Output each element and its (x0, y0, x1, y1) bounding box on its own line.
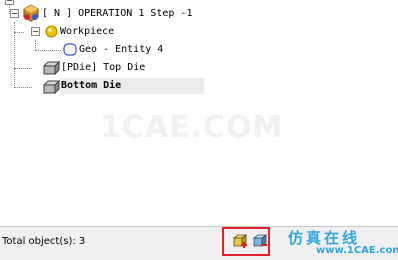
tree-node-bottom-die[interactable]: Bottom Die (60, 78, 204, 94)
tree-node-workpiece[interactable]: Workpiece (59, 24, 115, 40)
die-icon (42, 80, 60, 94)
workpiece-icon (45, 25, 58, 38)
operation-icon (23, 4, 39, 22)
object-count-label: Total object(s): 3 (2, 236, 86, 247)
tree-line (35, 40, 36, 50)
tree-line (14, 32, 24, 33)
tree-node-top-die[interactable]: [PDie] Top Die (60, 60, 146, 76)
collapse-toggle[interactable]: − (5, 0, 14, 5)
tree-line (35, 50, 61, 51)
collapse-toggle[interactable]: − (31, 27, 40, 36)
remove-object-icon[interactable] (252, 233, 268, 249)
geometry-icon (63, 43, 77, 56)
tree-line (14, 87, 32, 88)
tree-node-label: [PDie] Top Die (61, 62, 146, 73)
corner-watermark: 仿真在线 www.1CAE.com (286, 227, 398, 260)
watermark-url-text: www.1CAE.com (316, 245, 398, 256)
tree-node-label: Geo - Entity 4 (79, 44, 164, 55)
watermark-text: 1CAE.COM (100, 110, 284, 145)
tree-line (14, 68, 32, 69)
tree-node-geometry[interactable]: Geo - Entity 4 (78, 42, 164, 58)
tree-node-label: Workpiece (60, 26, 115, 37)
die-icon (42, 61, 60, 75)
tree-node-label: [ N ] OPERATION 1 Step -1 (42, 8, 193, 19)
status-bar: Total object(s): 3 仿真在线 www.1CAE.com (0, 226, 398, 260)
collapse-toggle[interactable]: − (10, 9, 19, 18)
add-object-icon[interactable] (232, 233, 248, 249)
object-tree: − − [ N ] OPERATION 1 Step -1 − Workpiec… (0, 0, 398, 226)
tree-node-label: Bottom Die (61, 80, 122, 91)
tree-node-operation[interactable]: [ N ] OPERATION 1 Step -1 (41, 6, 194, 22)
object-toolbar (222, 227, 270, 256)
